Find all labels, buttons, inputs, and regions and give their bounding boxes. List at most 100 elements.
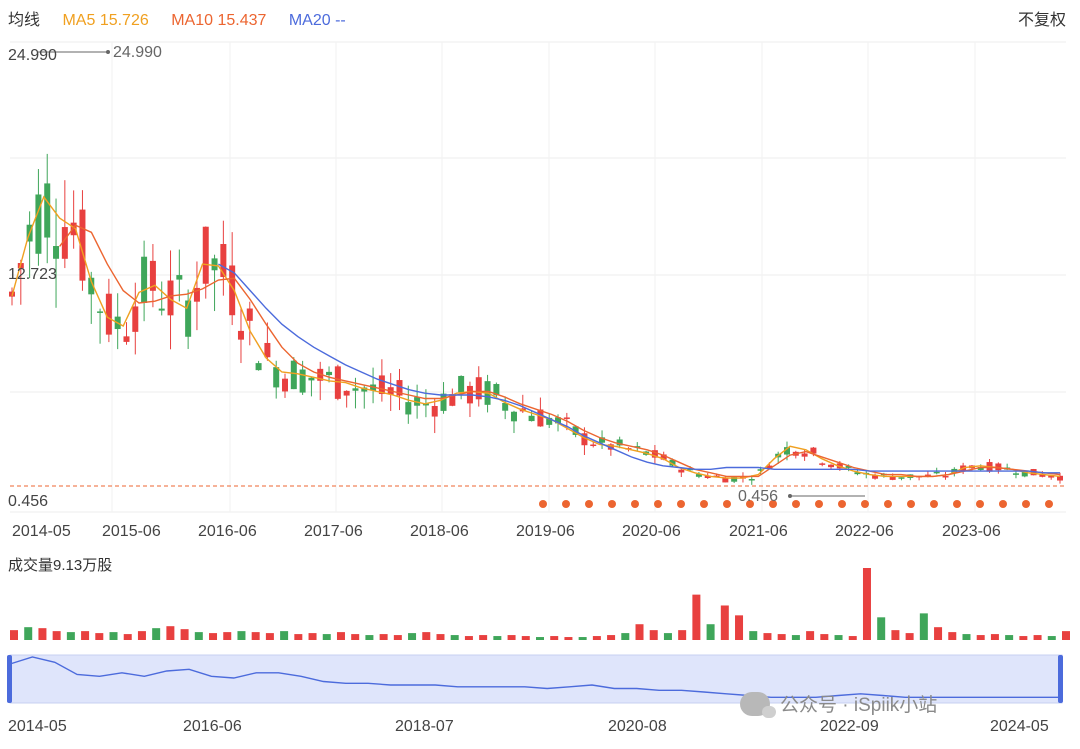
watermark: 公众号 · iSpiik小站 <box>740 690 938 718</box>
volume-bar <box>706 624 715 640</box>
volume-bar <box>592 636 601 640</box>
volume-bar <box>393 635 402 640</box>
volume-bar <box>962 634 971 640</box>
volume-bar <box>123 634 132 640</box>
x-tick: 2021-06 <box>729 523 788 540</box>
volume-bar <box>66 632 75 640</box>
volume-bar <box>194 632 203 640</box>
volume-bar <box>379 634 388 640</box>
volume-bar <box>24 627 33 640</box>
volume-bar <box>862 568 871 640</box>
event-dot <box>792 500 800 508</box>
navigator-tick: 2020-08 <box>608 718 667 735</box>
volume-bar <box>663 633 672 640</box>
volume-bar <box>180 629 189 640</box>
volume-bar <box>635 624 644 640</box>
volume-bar <box>109 632 118 640</box>
y-tick-mid: 12.723 <box>8 266 57 283</box>
volume-bar <box>223 632 232 640</box>
candle-body <box>352 388 359 391</box>
candle-body <box>801 453 808 457</box>
candle-body <box>237 330 244 340</box>
event-dot <box>999 500 1007 508</box>
candle-body <box>220 244 227 278</box>
ma-line-ma5 <box>11 195 1061 479</box>
volume-bar <box>422 632 431 640</box>
volume-bar <box>280 631 289 640</box>
navigator-tick: 2016-06 <box>183 718 242 735</box>
volume-bar <box>649 630 658 640</box>
volume-bar <box>735 615 744 640</box>
candle-body <box>889 476 896 480</box>
volume-bar <box>692 594 701 640</box>
event-dot <box>562 500 570 508</box>
grid <box>10 41 1066 513</box>
x-tick: 2019-06 <box>516 523 575 540</box>
volume-bar <box>678 630 687 640</box>
candle-body <box>105 293 112 335</box>
min-pointer-dot <box>788 494 792 498</box>
candle-body <box>933 471 940 474</box>
kline-chart[interactable]: 24.990 12.723 0.456 24.990 0.456 2014-05… <box>0 0 1080 749</box>
candle-body <box>405 402 412 415</box>
volume-bar <box>209 633 218 640</box>
candle-body <box>590 444 597 447</box>
candle-body <box>176 275 183 280</box>
volume-bar <box>948 632 957 640</box>
volume-bar <box>38 628 47 640</box>
volume-bar <box>877 617 886 640</box>
volume-bar <box>621 633 630 640</box>
x-tick: 2014-05 <box>12 523 71 540</box>
navigator-tick: 2014-05 <box>8 718 67 735</box>
volume-bar <box>578 637 587 640</box>
x-ticks: 2014-05 2015-06 2016-06 2017-06 2018-06 2019-… <box>12 523 1001 540</box>
candle-body <box>158 308 165 311</box>
watermark-text: 公众号 · iSpiik小站 <box>780 695 938 716</box>
axis-labels: 24.990 12.723 0.456 24.990 0.456 <box>8 44 778 510</box>
volume-bar <box>52 631 61 640</box>
candle-body <box>528 415 535 422</box>
x-tick: 2016-06 <box>198 523 257 540</box>
volume-bar <box>493 636 502 640</box>
volume-bar <box>521 636 530 640</box>
event-dots <box>539 500 1053 508</box>
volume-bar <box>834 635 843 640</box>
volume-bar <box>308 633 317 640</box>
event-dot <box>930 500 938 508</box>
candle-body <box>282 378 289 392</box>
volume-bar <box>464 636 473 640</box>
candle-body <box>942 475 949 478</box>
event-dot <box>838 500 846 508</box>
volume-bar <box>720 605 729 640</box>
volume-bar <box>507 635 516 640</box>
volume-bar <box>336 632 345 640</box>
volume-bar <box>95 633 104 640</box>
y-tick-top: 24.990 <box>8 47 57 64</box>
navigator-tick: 2022-09 <box>820 718 879 735</box>
x-tick: 2020-06 <box>622 523 681 540</box>
volume-bar <box>294 634 303 640</box>
x-tick: 2018-06 <box>410 523 469 540</box>
event-dot <box>654 500 662 508</box>
candle-body <box>44 183 51 238</box>
max-pointer-dot <box>106 50 110 54</box>
candle-body <box>326 371 333 376</box>
volume-bar <box>81 631 90 640</box>
event-dot <box>1045 500 1053 508</box>
candle-body <box>202 226 209 284</box>
max-label: 24.990 <box>113 44 162 61</box>
volume-bar <box>1047 636 1056 640</box>
candle-body <box>343 390 350 396</box>
candle-body <box>819 463 826 465</box>
volume-bar <box>1019 636 1028 640</box>
candle-body <box>458 375 465 393</box>
candle-body <box>378 375 385 395</box>
event-dot <box>1022 500 1030 508</box>
event-dot <box>677 500 685 508</box>
candle-body <box>431 406 438 417</box>
volume-bar <box>322 634 331 640</box>
volume-bar <box>1062 631 1070 640</box>
volume-bar <box>479 635 488 640</box>
volume-bar <box>152 628 161 640</box>
x-tick: 2015-06 <box>102 523 161 540</box>
